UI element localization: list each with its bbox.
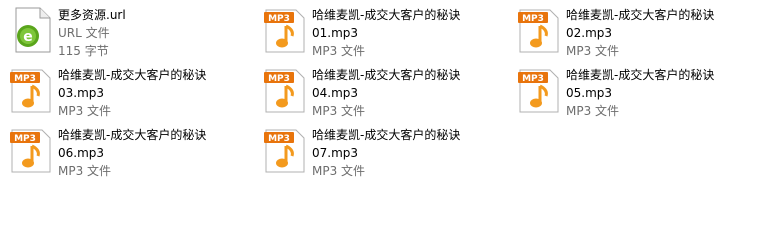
mp3-file-icon: MP3 — [516, 6, 564, 54]
svg-text:MP3: MP3 — [268, 14, 290, 24]
file-name: 哈维麦凯-成交大客户的秘诀 — [312, 128, 461, 142]
mp3-file-icon: MP3 — [516, 66, 564, 114]
mp3-file-icon: MP3 — [262, 66, 310, 114]
file-type: MP3 文件 — [58, 164, 112, 178]
svg-text:MP3: MP3 — [522, 14, 544, 24]
file-type: MP3 文件 — [312, 164, 366, 178]
svg-text:MP3: MP3 — [268, 134, 290, 144]
mp3-file-icon: MP3 — [262, 126, 310, 174]
file-name-suffix: 04.mp3 — [312, 86, 359, 100]
url-file-icon: e — [8, 6, 56, 54]
file-item-mp3-06[interactable]: MP3 哈维麦凯-成交大客户的秘诀 06.mp3 MP3 文件 — [8, 126, 248, 182]
svg-text:e: e — [23, 29, 33, 45]
file-name: 更多资源.url — [58, 8, 126, 22]
file-type: MP3 文件 — [312, 104, 366, 118]
file-name-suffix: 07.mp3 — [312, 146, 359, 160]
file-name-suffix: 02.mp3 — [566, 26, 613, 40]
file-name: 哈维麦凯-成交大客户的秘诀 — [312, 68, 461, 82]
file-type: MP3 文件 — [566, 44, 620, 58]
file-item-mp3-04[interactable]: MP3 哈维麦凯-成交大客户的秘诀 04.mp3 MP3 文件 — [262, 66, 502, 122]
file-name-suffix: 05.mp3 — [566, 86, 613, 100]
file-item-mp3-07[interactable]: MP3 哈维麦凯-成交大客户的秘诀 07.mp3 MP3 文件 — [262, 126, 502, 182]
file-item-mp3-02[interactable]: MP3 哈维麦凯-成交大客户的秘诀 02.mp3 MP3 文件 — [516, 6, 756, 62]
file-name: 哈维麦凯-成交大客户的秘诀 — [58, 128, 207, 142]
mp3-file-icon: MP3 — [8, 66, 56, 114]
svg-text:MP3: MP3 — [14, 134, 36, 144]
file-item-mp3-01[interactable]: MP3 哈维麦凯-成交大客户的秘诀 01.mp3 MP3 文件 — [262, 6, 502, 62]
svg-text:MP3: MP3 — [268, 74, 290, 84]
mp3-file-icon: MP3 — [262, 6, 310, 54]
file-type: MP3 文件 — [312, 44, 366, 58]
file-name: 哈维麦凯-成交大客户的秘诀 — [312, 8, 461, 22]
file-type: MP3 文件 — [58, 104, 112, 118]
file-item-url[interactable]: e 更多资源.url URL 文件 115 字节 — [8, 6, 248, 62]
file-name-suffix: 03.mp3 — [58, 86, 105, 100]
file-size: 115 字节 — [58, 44, 109, 58]
file-item-mp3-03[interactable]: MP3 哈维麦凯-成交大客户的秘诀 03.mp3 MP3 文件 — [8, 66, 248, 122]
file-item-mp3-05[interactable]: MP3 哈维麦凯-成交大客户的秘诀 05.mp3 MP3 文件 — [516, 66, 756, 122]
file-name-suffix: 01.mp3 — [312, 26, 359, 40]
file-name: 哈维麦凯-成交大客户的秘诀 — [566, 8, 715, 22]
file-name: 哈维麦凯-成交大客户的秘诀 — [58, 68, 207, 82]
svg-text:MP3: MP3 — [522, 74, 544, 84]
svg-text:MP3: MP3 — [14, 74, 36, 84]
file-type: MP3 文件 — [566, 104, 620, 118]
file-type: URL 文件 — [58, 26, 110, 40]
mp3-file-icon: MP3 — [8, 126, 56, 174]
file-name-suffix: 06.mp3 — [58, 146, 105, 160]
file-name: 哈维麦凯-成交大客户的秘诀 — [566, 68, 715, 82]
